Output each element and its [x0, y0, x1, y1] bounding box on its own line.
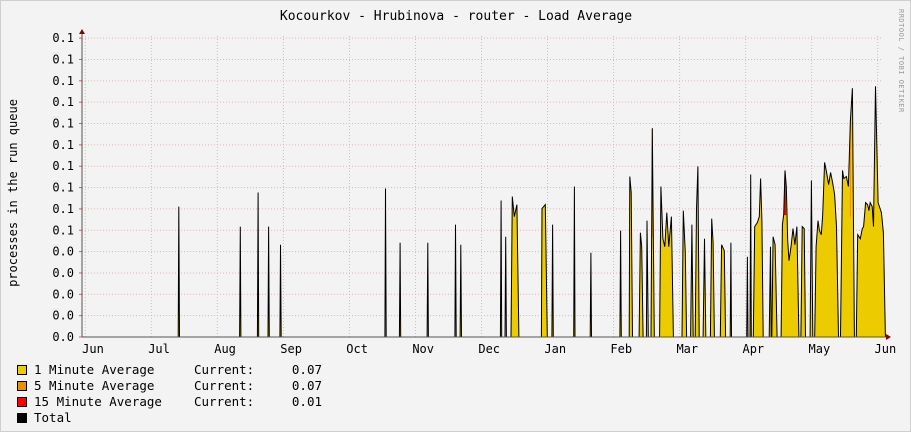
watermark: RRDTOOL / TOBI OETIKER — [897, 9, 905, 113]
y-tick-label: 0.1 — [52, 52, 74, 66]
legend-row-15min: 15 Minute Average Current: 0.01 — [17, 394, 322, 410]
legend-current-label: Current: — [194, 378, 255, 393]
legend-name-total: Total — [34, 410, 72, 425]
x-tick-label: Oct — [346, 342, 368, 356]
legend-name-5min: 5 Minute Average — [34, 378, 155, 393]
legend-row-total: Total — [17, 410, 322, 426]
y-tick-label: 0.1 — [52, 138, 74, 152]
y-tick-label: 0.0 — [52, 266, 74, 280]
x-tick-label: Apr — [742, 342, 764, 356]
x-tick-label: Jun — [875, 342, 897, 356]
legend-current-label: Current: — [194, 362, 255, 377]
y-tick-label: 0.1 — [52, 74, 74, 88]
legend-current-label: Current: — [194, 394, 255, 409]
x-tick-label: Aug — [214, 342, 236, 356]
legend: 1 Minute Average Current: 0.07 5 Minute … — [17, 362, 322, 426]
legend-swatch-5min — [17, 381, 27, 391]
y-tick-label: 0.1 — [52, 95, 74, 109]
x-axis-arrow — [886, 334, 891, 340]
y-tick-label: 0.1 — [52, 159, 74, 173]
axes — [79, 29, 891, 340]
y-tick-label: 0.1 — [52, 202, 74, 216]
x-tick-label: Jun — [82, 342, 104, 356]
y-tick-label: 0.0 — [52, 309, 74, 323]
legend-swatch-15min — [17, 397, 27, 407]
x-tick-label: May — [809, 342, 831, 356]
legend-swatch-total — [17, 413, 27, 423]
legend-name-1min: 1 Minute Average — [34, 362, 155, 377]
y-tick-label: 0.0 — [52, 330, 74, 344]
legend-value-1min: 0.07 — [291, 362, 322, 377]
chart-title: Kocourkov - Hrubinova - router - Load Av… — [280, 9, 632, 24]
rrd-graph: Kocourkov - Hrubinova - router - Load Av… — [0, 0, 911, 432]
legend-row-1min: 1 Minute Average Current: 0.07 — [17, 362, 322, 378]
x-tick-label: Nov — [412, 342, 434, 356]
y-tick-label: 0.0 — [52, 245, 74, 259]
legend-value-15min: 0.01 — [291, 394, 322, 409]
x-tick-label: Mar — [676, 342, 698, 356]
y-tick-label: 0.1 — [52, 117, 74, 131]
y-tick-label: 0.1 — [52, 181, 74, 195]
legend-swatch-1min — [17, 365, 27, 375]
x-tick-label: Feb — [610, 342, 632, 356]
x-tick-label: Jul — [148, 342, 170, 356]
y-tick-label: 0.0 — [52, 287, 74, 301]
x-tick-label: Dec — [478, 342, 500, 356]
legend-row-5min: 5 Minute Average Current: 0.07 — [17, 378, 322, 394]
legend-name-15min: 15 Minute Average — [34, 394, 162, 409]
x-tick-label: Jan — [544, 342, 566, 356]
y-axis-label: processes in the run queue — [6, 99, 20, 287]
y-tick-label: 0.1 — [52, 223, 74, 237]
y-tick-label: 0.1 — [52, 31, 74, 45]
legend-value-5min: 0.07 — [291, 378, 322, 393]
y-axis-arrow — [79, 29, 85, 34]
x-tick-label: Sep — [280, 342, 302, 356]
